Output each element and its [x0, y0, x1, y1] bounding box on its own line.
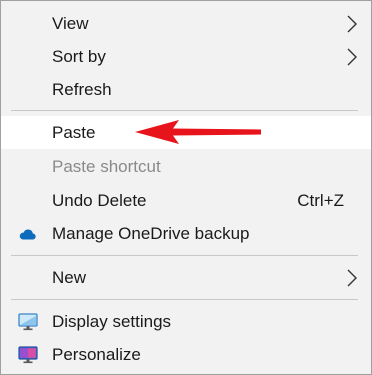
chevron-right-icon: [347, 15, 357, 32]
menu-item-label: Paste: [52, 122, 96, 142]
menu-item-label: Display settings: [52, 311, 172, 331]
menu-item-refresh[interactable]: Refresh: [1, 73, 371, 106]
menu-item-new[interactable]: New: [1, 261, 371, 294]
menu-item-label: Paste shortcut: [52, 156, 161, 176]
menu-item-view[interactable]: View: [1, 7, 371, 40]
desktop-context-menu: View Sort by Refresh Paste Paste shortcu…: [0, 0, 372, 375]
menu-item-label: Sort by: [52, 46, 106, 66]
personalize-icon: [18, 345, 38, 363]
monitor-icon: [18, 312, 38, 330]
chevron-right-icon: [347, 269, 357, 286]
onedrive-cloud-icon: [19, 229, 36, 240]
menu-item-display-settings[interactable]: Display settings: [1, 305, 371, 338]
menu-item-label: Personalize: [52, 344, 141, 364]
chevron-right-icon: [347, 48, 357, 65]
menu-separator: [11, 255, 358, 256]
menu-item-sort-by[interactable]: Sort by: [1, 40, 371, 73]
menu-item-paste-shortcut: Paste shortcut: [1, 150, 371, 183]
menu-item-label: View: [52, 13, 89, 33]
menu-item-manage-onedrive-backup[interactable]: Manage OneDrive backup: [1, 217, 371, 250]
menu-item-label: New: [52, 267, 87, 287]
red-arrow-annotation: [135, 120, 261, 144]
menu-item-label: Manage OneDrive backup: [52, 223, 250, 243]
menu-item-label: Undo Delete: [52, 190, 147, 210]
menu-item-undo-delete[interactable]: Undo Delete Ctrl+Z: [1, 184, 371, 217]
keyboard-shortcut: Ctrl+Z: [297, 190, 344, 210]
menu-separator: [11, 110, 358, 111]
menu-item-personalize[interactable]: Personalize: [1, 338, 371, 371]
menu-item-label: Refresh: [52, 79, 112, 99]
menu-separator: [11, 299, 358, 300]
